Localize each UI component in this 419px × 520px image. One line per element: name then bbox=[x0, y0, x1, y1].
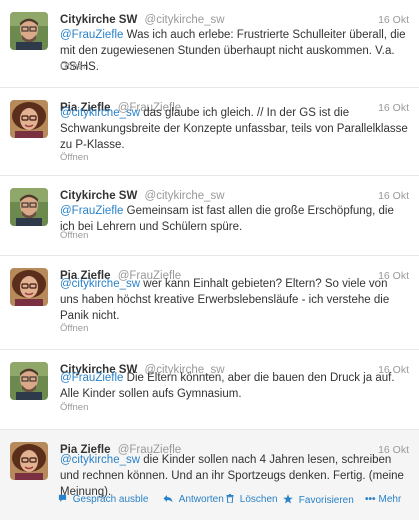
author-handle[interactable]: @citykirche_sw bbox=[145, 190, 225, 202]
open-link[interactable]: Öffnen bbox=[60, 230, 88, 241]
avatar[interactable] bbox=[10, 100, 48, 138]
tweet-text: @FrauZiefle Die Eltern könnten, aber die… bbox=[60, 370, 409, 402]
mention-link[interactable]: @citykirche_sw bbox=[60, 454, 140, 466]
open-link[interactable]: Öffnen bbox=[60, 61, 88, 72]
avatar[interactable] bbox=[10, 12, 48, 50]
open-link[interactable]: Öffnen bbox=[60, 402, 88, 413]
hide-conversation-label: Gespräch ausble bbox=[72, 494, 149, 505]
trash-icon bbox=[226, 494, 237, 505]
tweet-text: @FrauZiefle Was ich auch erlebe: Frustri… bbox=[60, 27, 409, 75]
tweet-time[interactable]: 16 Okt bbox=[378, 12, 409, 28]
delete-button[interactable]: Löschen bbox=[226, 494, 278, 505]
star-icon bbox=[283, 494, 296, 506]
more-label: Mehr bbox=[378, 494, 402, 505]
tweet-text: @citykirche_sw die Kinder sollen nach 4 … bbox=[60, 452, 409, 500]
tweet-item[interactable]: Citykirche SW @citykirche_sw 16 Okt @Fra… bbox=[0, 176, 419, 256]
tweet-header: Citykirche SW @citykirche_sw 16 Okt bbox=[60, 188, 409, 204]
avatar[interactable] bbox=[10, 442, 48, 480]
tweet-item[interactable]: Citykirche SW @citykirche_sw 16 Okt @Fra… bbox=[0, 0, 419, 88]
more-dots-icon: ••• bbox=[365, 494, 376, 505]
tweet-action-bar: Gespräch ausble Antworten Löschen Favori… bbox=[58, 494, 409, 508]
open-link[interactable]: Öffnen bbox=[60, 152, 88, 163]
reply-icon bbox=[163, 494, 176, 505]
mention-link[interactable]: @FrauZiefle bbox=[60, 372, 123, 384]
man-with-glasses-avatar bbox=[10, 362, 48, 400]
avatar[interactable] bbox=[10, 362, 48, 400]
tweet-header: Citykirche SW @citykirche_sw 16 Okt bbox=[60, 12, 409, 28]
favorite-label: Favorisieren bbox=[298, 495, 354, 506]
author-name[interactable]: Citykirche SW bbox=[60, 14, 137, 26]
mention-link[interactable]: @citykirche_sw bbox=[60, 278, 140, 290]
tweet-text: @FrauZiefle Gemeinsam ist fast allen die… bbox=[60, 203, 409, 235]
more-button[interactable]: ••• Mehr bbox=[365, 494, 401, 505]
woman-with-curly-hair-avatar bbox=[10, 100, 48, 138]
avatar[interactable] bbox=[10, 268, 48, 306]
reply-label: Antworten bbox=[178, 494, 224, 505]
hide-conversation-button[interactable]: Gespräch ausble bbox=[58, 494, 148, 505]
favorite-button[interactable]: Favorisieren bbox=[283, 494, 354, 506]
man-with-glasses-avatar bbox=[10, 12, 48, 50]
delete-label: Löschen bbox=[239, 494, 278, 505]
author-handle[interactable]: @citykirche_sw bbox=[145, 14, 225, 26]
woman-with-curly-hair-avatar bbox=[10, 442, 48, 480]
author-name[interactable]: Citykirche SW bbox=[60, 190, 137, 202]
tweet-time[interactable]: 16 Okt bbox=[378, 188, 409, 204]
mention-link[interactable]: @FrauZiefle bbox=[60, 205, 123, 217]
woman-with-curly-hair-avatar bbox=[10, 268, 48, 306]
tweet-item[interactable]: Pia Ziefle @FrauZiefle 16 Okt @citykirch… bbox=[0, 88, 419, 176]
tweet-item[interactable]: Pia Ziefle @FrauZiefle 16 Okt @citykirch… bbox=[0, 256, 419, 350]
mention-link[interactable]: @citykirche_sw bbox=[60, 107, 140, 119]
mention-link[interactable]: @FrauZiefle bbox=[60, 29, 123, 41]
speech-bubble-icon bbox=[58, 494, 70, 505]
avatar[interactable] bbox=[10, 188, 48, 226]
tweet-item[interactable]: Citykirche SW @citykirche_sw 16 Okt @Fra… bbox=[0, 350, 419, 430]
man-with-glasses-avatar bbox=[10, 188, 48, 226]
tweet-text: @citykirche_sw wer kann Einhalt gebieten… bbox=[60, 276, 409, 324]
open-link[interactable]: Öffnen bbox=[60, 323, 88, 334]
tweet-text: @citykirche_sw das glaube ich gleich. //… bbox=[60, 105, 409, 153]
reply-button[interactable]: Antworten bbox=[163, 494, 224, 505]
